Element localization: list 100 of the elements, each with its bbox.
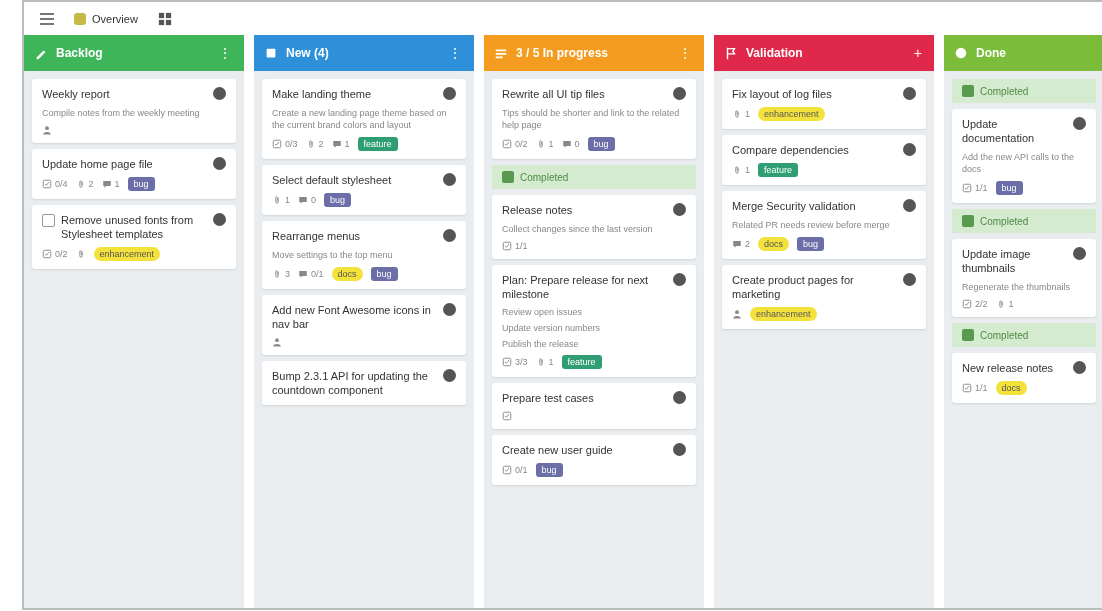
task-card[interactable]: Prepare test cases [492,383,696,429]
label-tag: enhancement [750,307,817,321]
user-icon [732,309,742,319]
column-title: 3 / 5 In progress [516,46,610,60]
comment-icon [331,139,342,149]
card-description: Regenerate the thumbnails [962,281,1072,293]
avatar [903,199,916,212]
column-title: Done [976,46,1007,60]
label-tag: enhancement [93,247,161,261]
user-icon [272,337,282,347]
count-label: 0/1 [311,269,324,279]
avatar [903,143,916,156]
avatar [673,203,686,216]
checklist-icon [962,383,972,393]
card-title: Create product pages for marketing [732,273,855,301]
menu-icon[interactable] [40,12,54,25]
card-title: Compare dependencies [732,143,850,157]
card-title: Plan: Prepare release for next milestone [502,273,650,301]
checklist-icon [272,139,282,149]
card-title: Make landing theme [272,87,373,101]
label-tag: bug [995,181,1023,195]
task-card[interactable]: Merge Security validation Related PR needs review before merge 2 docs bug [722,191,926,259]
count-label: 1/1 [515,241,528,251]
count-label: 3 [285,269,290,279]
group-title: Completed [980,85,1029,97]
task-card[interactable]: Rearrange menus Move settings to the top menu 3 0/1 docs bug [262,221,466,289]
task-card[interactable]: Create new user guide 0/1 bug [492,435,696,485]
group-header[interactable]: Completed [952,209,1096,233]
count-label: 2/2 [975,299,988,309]
column-title: Backlog [56,46,104,60]
task-card[interactable]: Create product pages for marketing enhancement [722,265,926,329]
count-label: 1 [548,139,554,149]
task-card[interactable]: Update documentation Add the new API calls to the docs 1/1 bug [952,109,1096,203]
paperclip-icon [272,195,282,205]
task-card[interactable]: Plan: Prepare release for next milestone Review open issues Update version numbers Publish the release 3/3 1 feature [492,265,696,377]
label-tag: bug [587,137,615,151]
card-description: Tips should be shorter and link to the related help page [502,107,681,131]
checkbox[interactable] [42,214,55,227]
card-description: Compile notes from the weekly meeting [42,107,201,119]
avatar [1073,361,1086,374]
task-card[interactable]: New release notes 1/1 docs [952,353,1096,403]
task-card[interactable]: Rewrite all UI tip files Tips should be shorter and link to the related help page 0/2 1 0 bug [492,79,696,159]
avatar [213,87,226,100]
square-icon [264,46,278,60]
avatar [903,87,916,100]
avatar [443,87,456,100]
grid-icon[interactable] [157,11,172,26]
checklist-icon [502,411,512,421]
paperclip-icon [272,269,282,279]
label-tag: docs [758,237,790,251]
task-card[interactable]: Make landing theme Create a new landing page theme based on the current brand colors and layout 0/3 2 1 feature [262,79,466,159]
task-card[interactable]: Update image thumbnails Regenerate the thumbnails 2/2 1 [952,239,1096,317]
group-header[interactable]: Completed [952,323,1096,347]
card-title: Update documentation [962,117,1036,145]
avatar [443,369,456,382]
group-header[interactable]: Completed [492,165,696,189]
card-title: Remove unused fonts from Stylesheet templates [61,213,195,241]
comment-icon [298,195,308,205]
board-selector[interactable]: Overview [68,9,144,28]
count-label: 1 [285,195,290,205]
card-title: Create new user guide [502,443,614,457]
card-title: Rewrite all UI tip files [502,87,606,101]
label-tag: feature [357,137,398,151]
column-action-button[interactable]: + [911,45,924,61]
avatar [443,173,456,186]
column-title: New (4) [286,46,330,60]
task-card[interactable]: Release notes Collect changes since the last version 1/1 [492,195,696,259]
card-title: Merge Security validation [732,199,857,213]
card-title: Add new Font Awesome icons in nav bar [272,303,432,331]
card-description: Collect changes since the last version [502,223,654,235]
label-tag: enhancement [758,107,825,121]
avatar [213,213,226,226]
task-card[interactable]: Remove unused fonts from Stylesheet templates 0/2 enhancement [32,205,236,269]
checklist-item: Review open issues [502,307,584,317]
count-label: 2 [88,179,94,189]
group-header[interactable]: Completed [952,79,1096,103]
task-card[interactable]: Bump 2.3.1 API for updating the countdown component [262,361,466,405]
task-card[interactable]: Update home page file 0/4 2 1 bug [32,149,236,199]
comment-icon [732,239,742,249]
count-label: 1/1 [975,383,988,393]
card-title: Weekly report [42,87,111,101]
card-description: Create a new landing page theme based on the current brand colors and layout [272,107,448,131]
avatar [673,87,686,100]
card-title: Fix layout of log files [732,87,833,101]
task-card[interactable]: Add new Font Awesome icons in nav bar [262,295,466,355]
task-card[interactable]: Weekly report Compile notes from the weekly meeting [32,79,236,143]
count-label: 0/2 [55,249,68,259]
count-label: 1 [548,357,554,367]
label-tag: docs [331,267,363,281]
card-description: Move settings to the top menu [272,249,394,261]
checklist-icon [962,299,972,309]
task-card[interactable]: Select default stylesheet 1 0 bug [262,165,466,215]
avatar [673,391,686,404]
checklist-icon [502,241,512,251]
paperclip-icon [732,109,742,119]
label-tag: feature [561,355,602,369]
task-card[interactable]: Fix layout of log files 1 enhancement [722,79,926,129]
comment-icon [561,139,572,149]
task-card[interactable]: Compare dependencies 1 feature [722,135,926,185]
card-title: Prepare test cases [502,391,595,405]
